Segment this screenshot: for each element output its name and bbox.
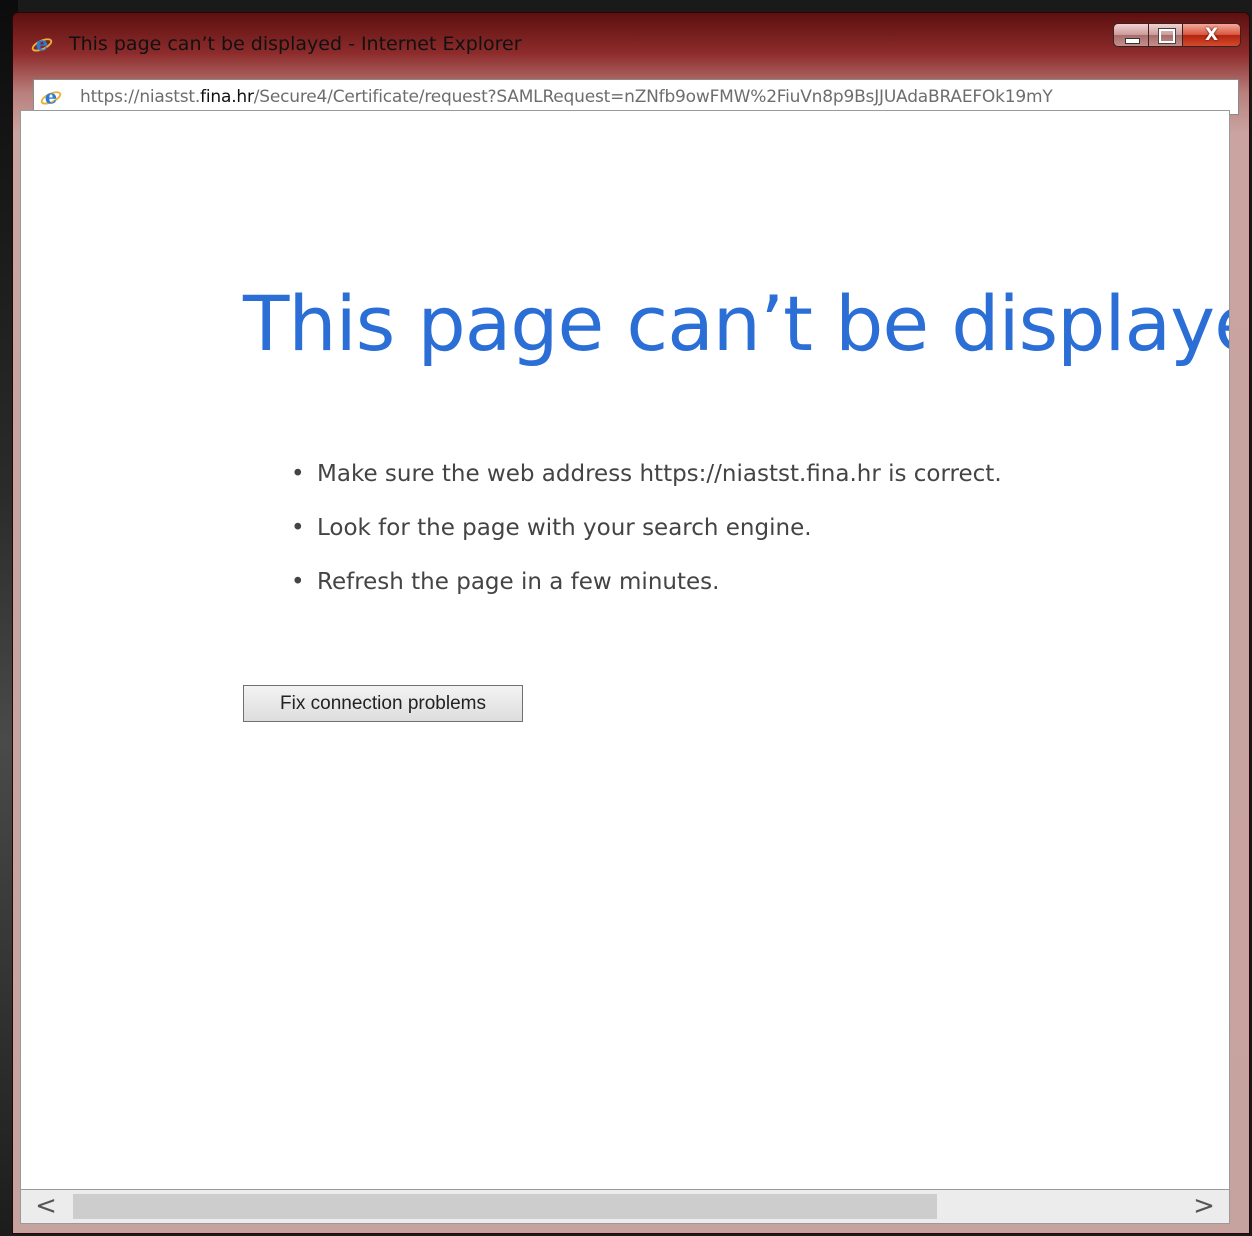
fix-connection-problems-button[interactable]: Fix connection problems [243,685,523,722]
minimize-icon [1125,38,1140,44]
suggestion-text: Make sure the web address https://niasts… [317,461,1002,487]
url-path: /Secure4/Certificate/request?SAMLRequest… [253,87,1053,107]
internet-explorer-icon: e [40,86,62,108]
horizontal-scrollbar[interactable]: < > [20,1190,1230,1224]
caption-buttons: X [1113,23,1241,49]
address-url[interactable]: https://niastst.fina.hr/Secure4/Certific… [80,87,1053,107]
window-title: This page can’t be displayed - Internet … [69,33,522,55]
suggestion-list: • Make sure the web address https://niast… [291,459,1002,621]
scroll-thumb[interactable] [73,1194,937,1219]
page-title: This page can’t be displayed [243,279,1230,368]
list-item: • Make sure the web address https://niast… [291,459,1002,513]
list-item: • Refresh the page in a few minutes. [291,567,1002,621]
suggestion-text: Refresh the page in a few minutes. [317,569,720,595]
url-prefix: https://niastst. [80,87,201,107]
bullet-icon: • [291,569,305,595]
minimize-button[interactable] [1113,23,1149,47]
url-domain: fina.hr [200,87,254,107]
maximize-icon [1158,28,1176,44]
bullet-icon: • [291,461,305,487]
internet-explorer-icon: e [31,33,53,55]
list-item: • Look for the page with your search engi… [291,513,1002,567]
svg-text:e: e [36,33,48,55]
maximize-button[interactable] [1149,23,1183,47]
svg-text:e: e [45,86,57,108]
title-bar[interactable]: e This page can’t be displayed - Interne… [13,13,1249,69]
suggestion-text: Look for the page with your search engin… [317,515,812,541]
scroll-right-arrow-icon[interactable]: > [1179,1190,1229,1223]
bullet-icon: • [291,515,305,541]
scroll-left-arrow-icon[interactable]: < [21,1190,71,1223]
close-button[interactable]: X [1183,23,1241,47]
page-content: This page can’t be displayed • Make sure … [20,110,1230,1190]
close-icon: X [1204,25,1219,45]
